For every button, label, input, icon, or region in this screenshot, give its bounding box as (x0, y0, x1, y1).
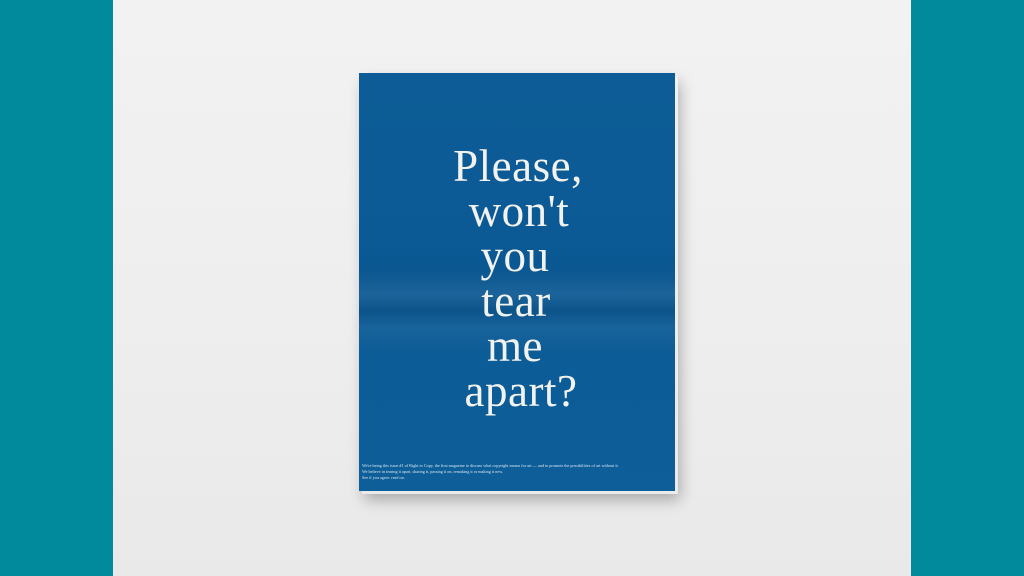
footnote-line: See if you agree: read on. (362, 475, 405, 480)
headline-line: tear (481, 276, 551, 326)
headline-line: me (487, 321, 543, 371)
headline-line: you (480, 231, 550, 281)
headline-line: apart? (464, 366, 578, 416)
poster: Please, won't you tear me apart? We're b… (359, 73, 675, 491)
poster-footnote: We're being this issue #1 of Right to Co… (362, 463, 674, 481)
headline-line: Please, (453, 141, 583, 191)
poster-headline: Please, won't you tear me apart? (359, 144, 675, 414)
headline-line: won't (468, 186, 570, 236)
